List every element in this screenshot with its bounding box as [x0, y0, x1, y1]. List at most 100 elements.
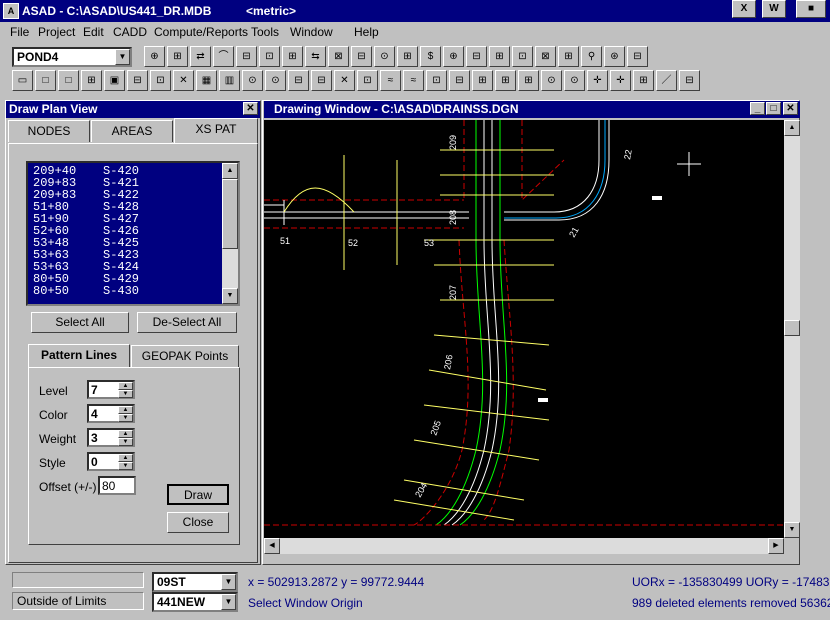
spin-up-icon[interactable]: ▲ [118, 406, 133, 414]
toolbar-tool-icon[interactable]: ⚲ [581, 46, 602, 67]
toolbar-tool-icon[interactable]: ⊙ [541, 70, 562, 91]
deselect-all-button[interactable]: De-Select All [137, 312, 237, 333]
menu-project[interactable]: Project [38, 25, 75, 39]
toolbar-tool-icon[interactable]: ⊠ [328, 46, 349, 67]
spin-up-icon[interactable]: ▲ [118, 382, 133, 390]
toolbar-tool-icon[interactable]: ✕ [173, 70, 194, 91]
toolbar-tool-icon[interactable]: ⊟ [679, 70, 700, 91]
menu-edit[interactable]: Edit [83, 25, 104, 39]
toolbar-tool-icon[interactable]: ▣ [104, 70, 125, 91]
toolbar-tool-icon[interactable]: ⊛ [604, 46, 625, 67]
spin-up-icon[interactable]: ▲ [118, 454, 133, 462]
menu-help[interactable]: Help [354, 25, 379, 39]
tab-xs-pat[interactable]: XS PAT [174, 118, 258, 144]
menu-cadd[interactable]: CADD [113, 25, 147, 39]
tab-pattern-lines[interactable]: Pattern Lines [28, 344, 130, 368]
word-icon[interactable]: W [762, 0, 786, 18]
toolbar-tool-icon[interactable]: ⊟ [288, 70, 309, 91]
toolbar-tool-icon[interactable]: ⊙ [265, 70, 286, 91]
toolbar-tool-icon[interactable]: □ [35, 70, 56, 91]
toolbar-tool-icon[interactable]: ✕ [334, 70, 355, 91]
style-spinner[interactable]: 0 ▲ ▼ [87, 452, 135, 471]
close-button[interactable]: Close [167, 512, 229, 533]
toolbar-tool-icon[interactable]: ⊞ [489, 46, 510, 67]
scroll-down-icon[interactable]: ▼ [222, 288, 238, 304]
toolbar-tool-icon[interactable]: ⊟ [449, 70, 470, 91]
scroll-thumb[interactable] [222, 179, 238, 249]
toolbar-tool-icon[interactable]: ／ [656, 70, 677, 91]
toolbar-tool-icon[interactable]: ✛ [587, 70, 608, 91]
spin-up-icon[interactable]: ▲ [118, 430, 133, 438]
close-icon[interactable]: ✕ [783, 102, 798, 115]
list-scrollbar[interactable]: ▲ ▼ [222, 163, 238, 304]
toolbar-tool-icon[interactable]: $ [420, 46, 441, 67]
weight-spinner[interactable]: 3 ▲ ▼ [87, 428, 135, 447]
menu-tools[interactable]: Tools [251, 25, 279, 39]
toolbar-tool-icon[interactable]: ▦ [196, 70, 217, 91]
toolbar-tool-icon[interactable]: ⊟ [351, 46, 372, 67]
toolbar-tool-icon[interactable]: □ [58, 70, 79, 91]
toolbar-tool-icon[interactable]: ⊡ [426, 70, 447, 91]
chevron-down-icon[interactable]: ▼ [221, 574, 236, 590]
toolbar-tool-icon[interactable]: ⊡ [512, 46, 533, 67]
chain-combo[interactable]: 441NEW ▼ [152, 592, 238, 612]
toolbar-tool-icon[interactable]: ⊟ [127, 70, 148, 91]
chevron-down-icon[interactable]: ▼ [221, 594, 236, 610]
toolbar-tool-icon[interactable]: ⊙ [374, 46, 395, 67]
toolbar-tool-icon[interactable]: ▥ [219, 70, 240, 91]
toolbar-tool-icon[interactable]: ⊞ [495, 70, 516, 91]
structure-listbox[interactable]: 209+40 S-420 209+83 S-421 209+83 S-422 51+80 S-… [26, 161, 240, 306]
list-item[interactable]: 80+50 S-430 [33, 284, 139, 298]
toolbar-tool-icon[interactable]: ⊕ [443, 46, 464, 67]
drawing-vscroll[interactable]: ▲ ▼ [784, 120, 800, 538]
tab-geopak-points[interactable]: GEOPAK Points [131, 345, 239, 367]
toolbar-tool-icon[interactable]: ⊡ [150, 70, 171, 91]
maximize-icon[interactable]: □ [766, 102, 781, 115]
toolbar-tool-icon[interactable]: ▭ [12, 70, 33, 91]
spin-down-icon[interactable]: ▼ [118, 462, 133, 470]
toolbar-tool-icon[interactable]: ⊙ [564, 70, 585, 91]
toolbar-tool-icon[interactable]: ⊟ [466, 46, 487, 67]
toolbar-tool-icon[interactable]: ⊞ [282, 46, 303, 67]
scroll-thumb[interactable] [784, 320, 800, 336]
draw-button[interactable]: Draw [167, 484, 229, 505]
scroll-down-icon[interactable]: ▼ [784, 522, 800, 538]
color-spinner[interactable]: 4 ▲ ▼ [87, 404, 135, 423]
tab-nodes[interactable]: NODES [8, 120, 90, 142]
drawing-hscroll[interactable]: ◀ ▶ [264, 538, 784, 554]
toolbar-tool-icon[interactable]: ⊞ [558, 46, 579, 67]
scroll-up-icon[interactable]: ▲ [222, 163, 238, 179]
toolbar-tool-icon[interactable]: ⊞ [633, 70, 654, 91]
offset-input[interactable]: 80 [98, 476, 136, 495]
layer-combo[interactable]: POND4 ▼ [12, 47, 132, 67]
alignment-combo[interactable]: 09ST ▼ [152, 572, 238, 592]
toolbar-tool-icon[interactable]: ⊞ [472, 70, 493, 91]
scroll-left-icon[interactable]: ◀ [264, 538, 280, 554]
toolbar-tool-icon[interactable]: ⊡ [259, 46, 280, 67]
excel-icon[interactable]: X [732, 0, 756, 18]
toolbar-tool-icon[interactable]: ⊞ [518, 70, 539, 91]
toolbar-tool-icon[interactable]: ⇄ [190, 46, 211, 67]
toolbar-tool-icon[interactable]: ⌒ [213, 46, 234, 67]
spin-down-icon[interactable]: ▼ [118, 414, 133, 422]
menu-file[interactable]: File [10, 25, 29, 39]
toolbar-tool-icon[interactable]: ⊠ [535, 46, 556, 67]
toolbar-tool-icon[interactable]: ≈ [380, 70, 401, 91]
spin-down-icon[interactable]: ▼ [118, 390, 133, 398]
toolbar-tool-icon[interactable]: ⊟ [627, 46, 648, 67]
chevron-down-icon[interactable]: ▼ [115, 49, 130, 65]
app-icon[interactable]: A [3, 3, 19, 19]
close-icon[interactable]: ✕ [243, 102, 258, 115]
menu-window[interactable]: Window [290, 25, 333, 39]
toolbar-tool-icon[interactable]: ⊞ [397, 46, 418, 67]
toolbar-tool-icon[interactable]: ✛ [610, 70, 631, 91]
app-icon-right[interactable]: ■ [796, 0, 826, 18]
toolbar-tool-icon[interactable]: ⊞ [81, 70, 102, 91]
toolbar-tool-icon[interactable]: ⊙ [242, 70, 263, 91]
select-all-button[interactable]: Select All [31, 312, 129, 333]
menu-compute-reports[interactable]: Compute/Reports [154, 25, 248, 39]
toolbar-tool-icon[interactable]: ⊕ [144, 46, 165, 67]
toolbar-tool-icon[interactable]: ≈ [403, 70, 424, 91]
toolbar-tool-icon[interactable]: ⇆ [305, 46, 326, 67]
spin-down-icon[interactable]: ▼ [118, 438, 133, 446]
